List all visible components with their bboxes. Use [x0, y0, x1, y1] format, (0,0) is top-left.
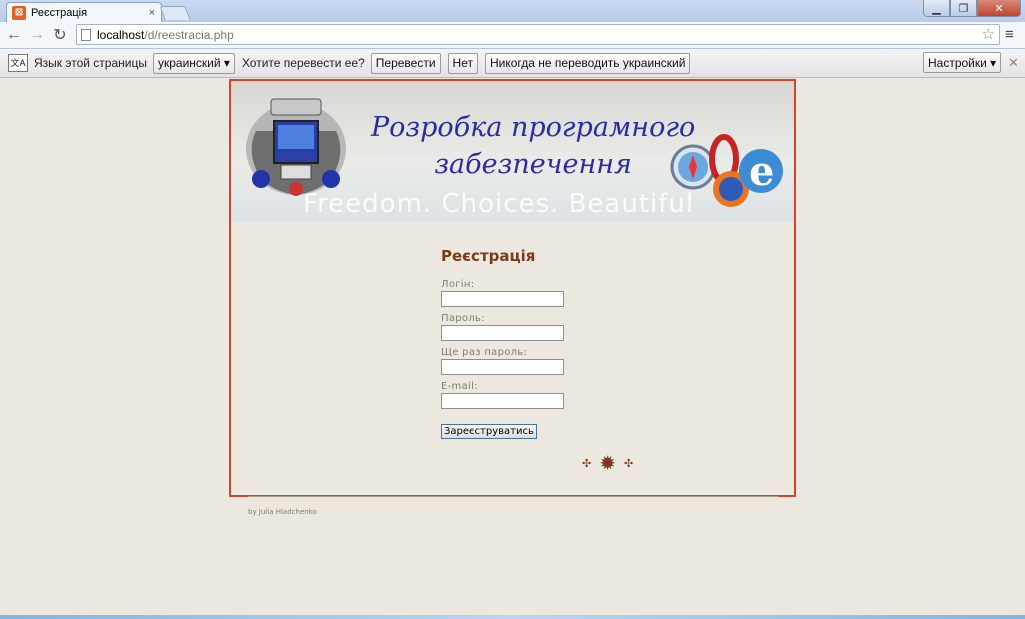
translate-icon: 文A — [8, 54, 28, 72]
page-title: Реєстрація — [441, 247, 536, 265]
password-repeat-input[interactable] — [441, 359, 564, 375]
settings-button-label: Настройки — [928, 55, 987, 70]
taskbar-edge — [0, 615, 1025, 619]
banner-title-line2: забезпечення — [434, 149, 632, 180]
login-label: Логін: — [441, 279, 475, 290]
banner-tagline: Freedom. Choices. Beautiful — [303, 189, 695, 219]
dropdown-arrow-icon: ▾ — [220, 56, 230, 70]
footer-divider — [248, 496, 778, 497]
forward-icon[interactable]: → — [27, 25, 47, 45]
tab-title: Реєстрація — [31, 6, 88, 19]
navigation-bar: ← → ↻ localhost /d/reestracia.php ☆ ≡ — [0, 22, 1025, 49]
never-translate-button[interactable]: Никогда не переводить украинский — [484, 52, 691, 74]
reload-icon[interactable]: ↻ — [50, 25, 70, 45]
footer-credit: by Julia Hladchenko — [248, 508, 317, 516]
tab-close-icon[interactable]: × — [149, 7, 155, 19]
password-label: Пароль: — [441, 313, 485, 324]
email-label: E-mail: — [441, 381, 478, 392]
browser-tab[interactable]: ⊠ Реєстрація × — [6, 2, 162, 22]
back-icon[interactable]: ← — [4, 25, 24, 45]
ornament-divider: ✣ ✹ ✣ — [582, 451, 633, 476]
translate-bar: 文A Язык этой страницы украинский ▾ Хотит… — [0, 49, 1025, 78]
no-button[interactable]: Нет — [447, 52, 478, 74]
page-icon — [81, 28, 91, 41]
password-repeat-label: Ще раз пароль: — [441, 347, 528, 358]
page-frame: Freedom. Choices. Beautiful Розробка про… — [229, 79, 796, 497]
registration-form: Реєстрація Логін: Пароль: Ще раз пароль:… — [441, 247, 564, 439]
crest-emblem-icon — [246, 98, 346, 196]
dropdown-arrow-icon: ▾ — [986, 55, 997, 70]
language-select-value: украинский — [157, 56, 221, 70]
restore-icon[interactable]: ❐ — [950, 0, 977, 17]
ornament-small-icon: ✣ — [582, 458, 592, 470]
register-button[interactable]: Зареєструватись — [441, 424, 537, 439]
address-bar[interactable]: localhost /d/reestracia.php ☆ — [76, 24, 1000, 45]
svg-text:e: e — [749, 148, 774, 195]
new-tab-button[interactable] — [159, 6, 191, 20]
ornament-large-icon: ✹ — [599, 453, 616, 475]
url-path: /d/reestracia.php — [144, 27, 234, 42]
translate-question: Хотите перевести ее? — [241, 56, 365, 70]
url-host: localhost — [97, 27, 145, 42]
menu-icon[interactable]: ≡ — [1005, 26, 1014, 43]
close-translate-bar-icon[interactable]: ✕ — [1008, 55, 1019, 71]
translate-button[interactable]: Перевести — [370, 52, 441, 74]
email-input[interactable] — [441, 393, 564, 409]
login-input[interactable] — [441, 291, 564, 307]
minimize-icon[interactable]: ▁ — [923, 0, 950, 17]
banner-title: Розробка програмного забезпечення — [371, 109, 695, 183]
language-select[interactable]: украинский ▾ — [152, 52, 235, 74]
translate-prompt: Язык этой страницы — [34, 56, 147, 70]
close-window-icon[interactable]: ✕ — [977, 0, 1021, 17]
header-banner: Freedom. Choices. Beautiful Розробка про… — [231, 81, 794, 221]
browser-logos-icon: e — [670, 134, 783, 207]
settings-button[interactable]: Настройки ▾ — [923, 52, 1002, 73]
favicon-icon: ⊠ — [12, 5, 26, 20]
bookmark-star-icon[interactable]: ☆ — [982, 25, 995, 43]
password-input[interactable] — [441, 325, 564, 341]
ornament-small-icon: ✣ — [623, 458, 634, 470]
window-titlebar: ⊠ Реєстрація × ▁ ❐ ✕ — [0, 0, 1025, 22]
banner-title-line1: Розробка програмного — [371, 112, 696, 143]
window-controls: ▁ ❐ ✕ — [923, 0, 1021, 17]
